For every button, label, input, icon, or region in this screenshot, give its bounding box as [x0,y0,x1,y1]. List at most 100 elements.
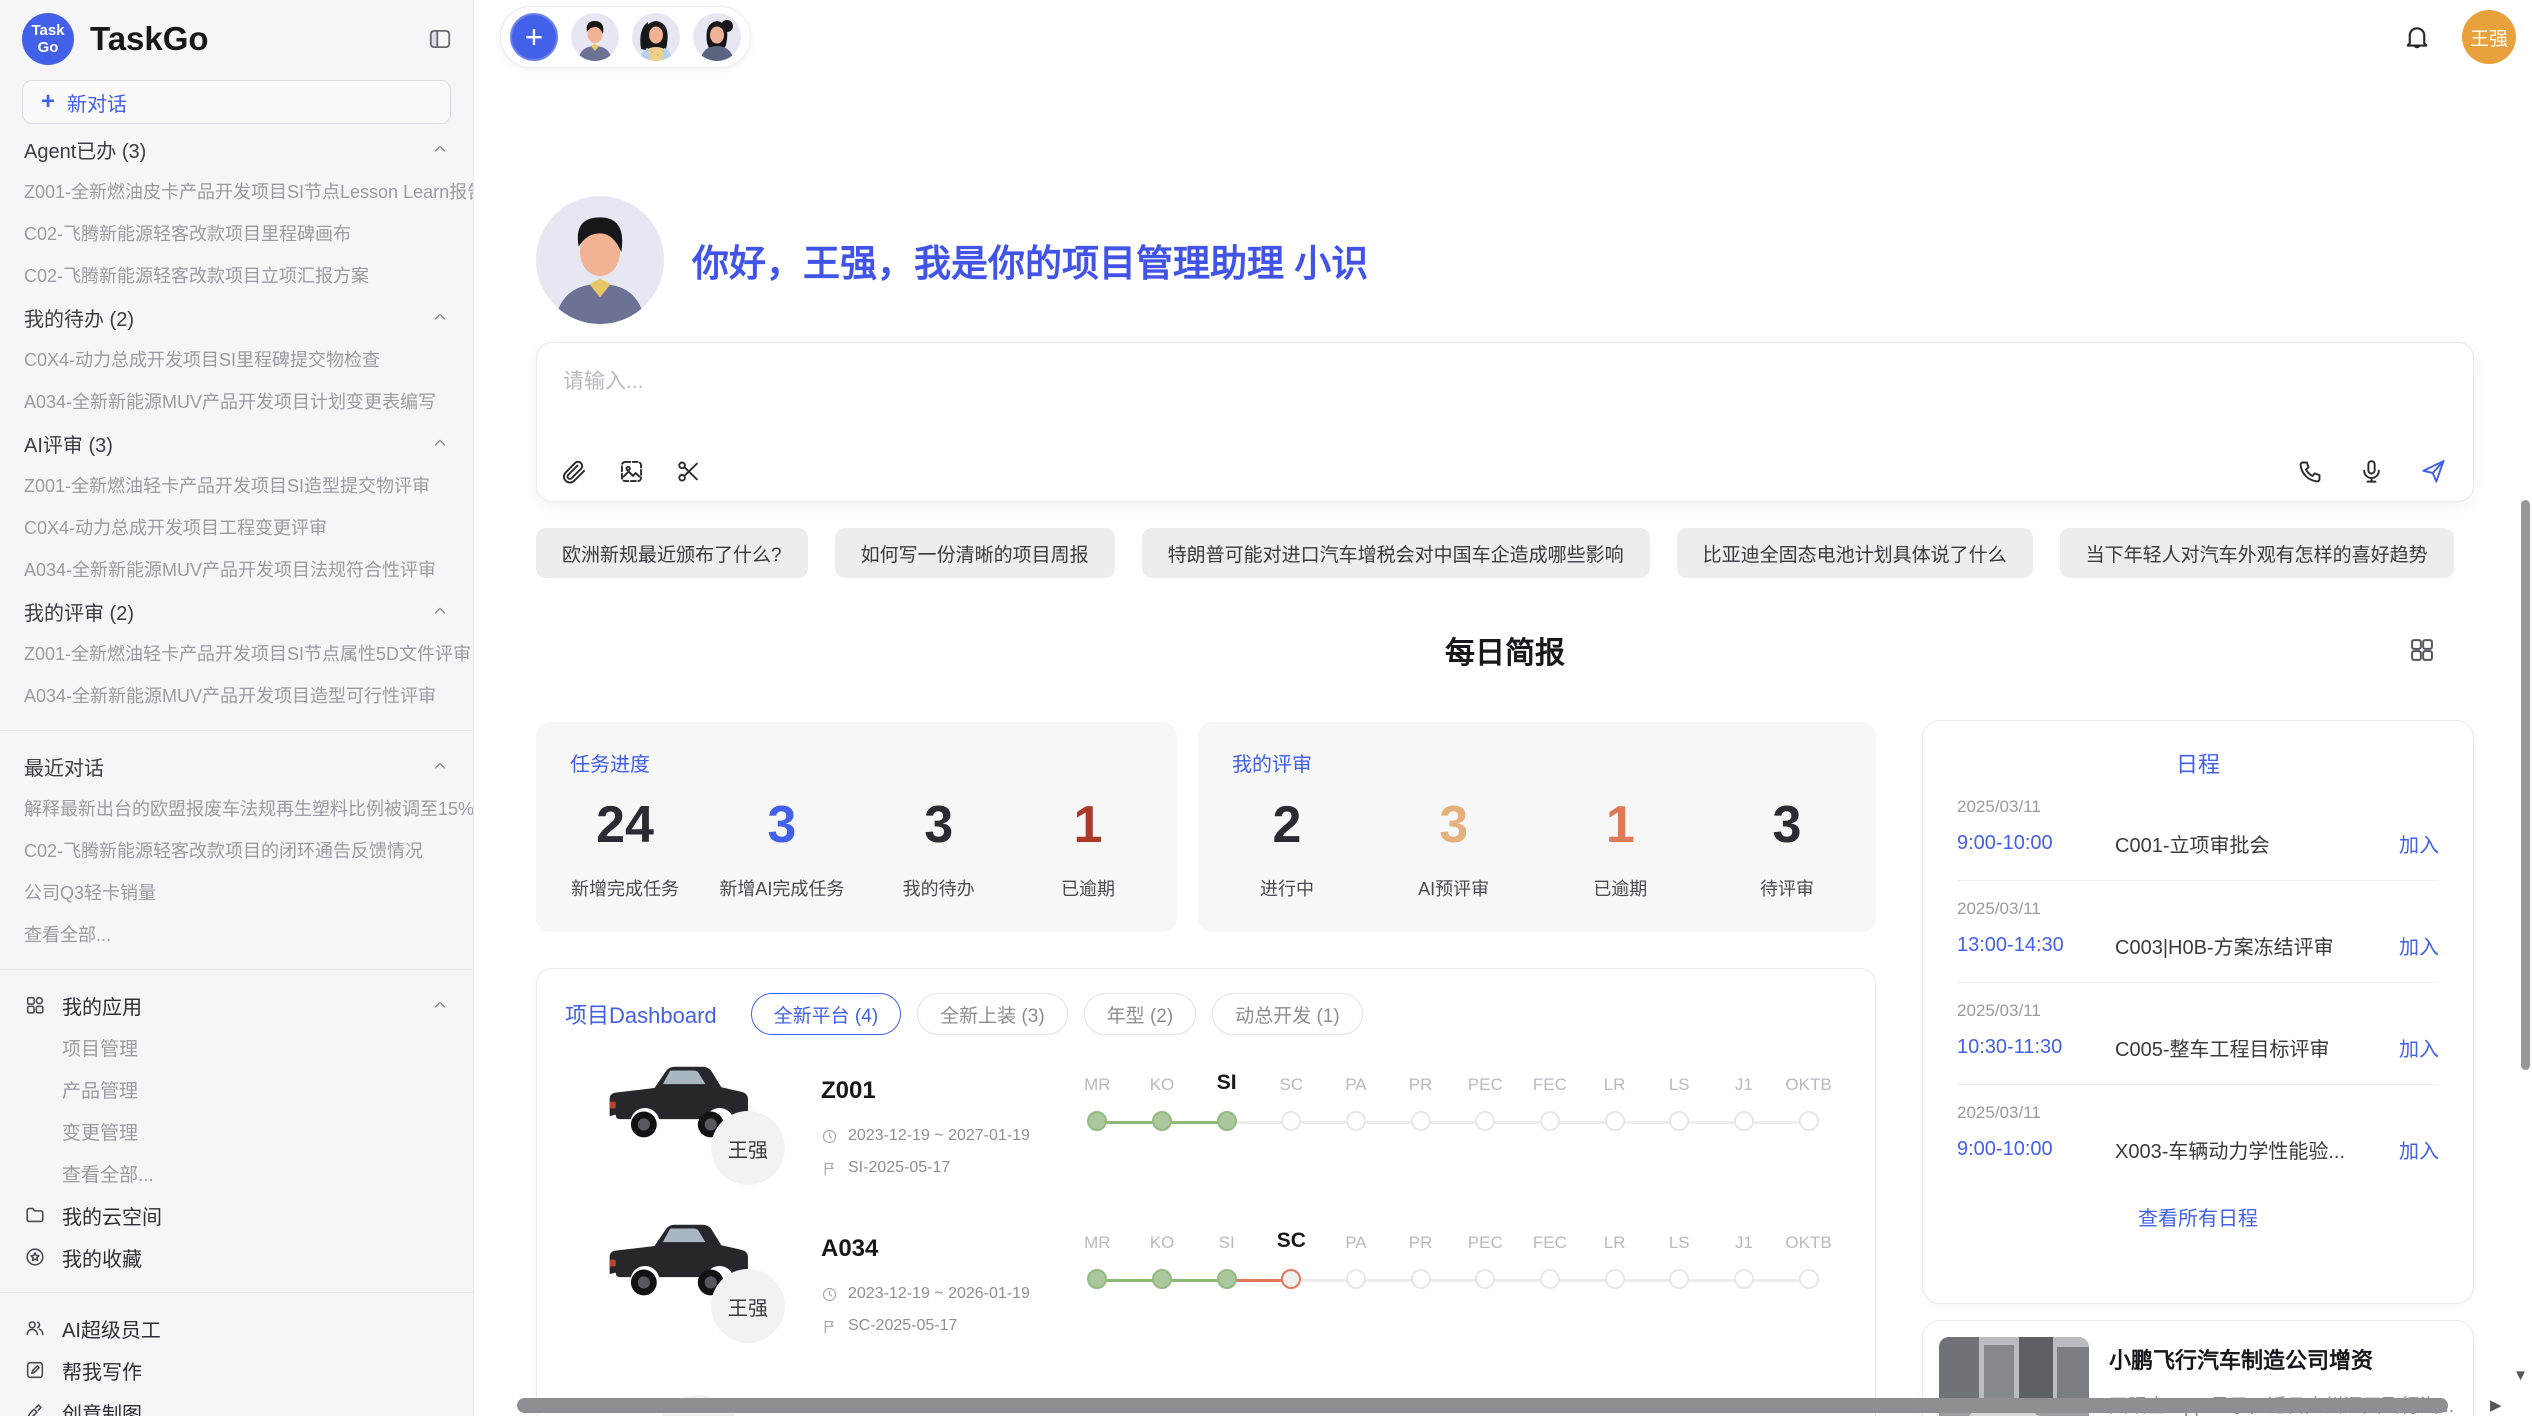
scissors-icon[interactable] [675,458,702,485]
new-chat-button[interactable]: + 新对话 [22,80,451,124]
chevron-up-icon [431,308,449,326]
chat-input[interactable] [561,363,2449,425]
mic-icon[interactable] [2358,458,2385,485]
app-subitem[interactable]: 查看全部... [0,1152,473,1194]
recent-conversation-item[interactable]: 查看全部... [0,913,473,955]
phone-icon[interactable] [2297,458,2324,485]
schedule-items: 2025/03/11 9:00-10:00 C001-立项审批会 加入 2025… [1957,779,2439,1186]
join-button[interactable]: 加入 [2399,931,2439,960]
agent-avatar-1[interactable] [571,13,619,61]
app-subitem[interactable]: 项目管理 [0,1026,473,1068]
assistant-avatar [536,196,664,324]
milestone-dot [1087,1269,1107,1289]
bell-icon[interactable] [2402,22,2432,52]
sidebar-task-item[interactable]: Z001-全新燃油轻卡产品开发项目SI造型提交物评审 [0,464,473,506]
section-label: 我的评审 (2) [24,597,134,626]
user-avatar[interactable]: 王强 [2462,10,2516,64]
join-button[interactable]: 加入 [2399,829,2439,858]
vertical-scrollbar[interactable] [2521,500,2530,1070]
project-rows: 王强 Z001 2023-12-19 ~ 2027-01-19 SI-2025-… [565,1047,1847,1363]
milestone-label: SC [1259,1229,1324,1253]
stat-label: 新增完成任务 [570,875,680,901]
stat-row: 24 新增完成任务 3 新增AI完成任务 3 我的待办 1 已逾期 [570,795,1143,901]
milestone-label: PR [1388,1233,1453,1253]
sidebar-task-item[interactable]: A034-全新新能源MUV产品开发项目法规符合性评审 [0,548,473,590]
sidebar-link-star-icon[interactable]: 我的收藏 [0,1236,473,1278]
sidebar-tool-users-icon[interactable]: AI超级员工 [0,1307,473,1349]
join-button[interactable]: 加入 [2399,1135,2439,1164]
sidebar-my-apps[interactable]: 我的应用 [0,984,473,1026]
recent-conversation-item[interactable]: 公司Q3轻卡销量 [0,871,473,913]
suggestion-chip[interactable]: 特朗普可能对进口汽车增税会对中国车企造成哪些影响 [1142,528,1650,578]
sidebar-tool-pen-icon[interactable]: 创意制图 [0,1391,473,1416]
recent-conversation-item[interactable]: C02-飞腾新能源轻客改款项目的闭环通告反馈情况 [0,829,473,871]
milestone-timeline: MRKOSISCPAPRPECFECLRLSJ1OKTB [1065,1229,1841,1293]
suggestion-chip[interactable]: 比亚迪全固态电池计划具体说了什么 [1677,528,2033,578]
sidebar-task-item[interactable]: C02-飞腾新能源轻客改款项目立项汇报方案 [0,254,473,296]
users-icon [24,1317,46,1339]
horizontal-scrollbar[interactable] [517,1398,2448,1413]
dashboard-filter-chip[interactable]: 年型 (2) [1084,993,1197,1035]
send-icon[interactable] [2419,457,2447,485]
divider [0,730,473,731]
sidebar-tool-write-icon[interactable]: 帮我写作 [0,1349,473,1391]
app-subitem[interactable]: 变更管理 [0,1110,473,1152]
stat: 3 AI预评审 [1399,795,1509,901]
project-code: A034 [821,1235,878,1263]
scroll-down-arrow-icon[interactable]: ▼ [2513,1368,2528,1383]
sidebar-task-item[interactable]: A034-全新新能源MUV产品开发项目计划变更表编写 [0,380,473,422]
milestone-label: FEC [1518,1075,1583,1095]
project-row[interactable]: 王强 Z001 2023-12-19 ~ 2027-01-19 SI-2025-… [565,1047,1847,1205]
sidebar-link-folder-icon[interactable]: 我的云空间 [0,1194,473,1236]
app-window: Task Go TaskGo + 新对话 Agent已办 (3) Z001-全新… [0,0,2532,1416]
join-button[interactable]: 加入 [2399,1033,2439,1062]
milestone-dot [1281,1111,1301,1131]
suggestion-chip[interactable]: 当下年轻人对汽车外观有怎样的喜好趋势 [2060,528,2454,578]
sidebar-collapse-icon[interactable] [427,26,453,52]
sidebar-section-title[interactable]: 我的待办 (2) [0,296,473,338]
project-row[interactable]: 王强 A034 2023-12-19 ~ 2026-01-19 SC-2025-… [565,1205,1847,1363]
topbar-right: 王强 [2402,10,2516,64]
sidebar-section-title-recent[interactable]: 最近对话 [0,745,473,787]
agent-avatar-2[interactable] [632,13,680,61]
milestone-label: LS [1647,1075,1712,1095]
dashboard-filter-chip[interactable]: 动总开发 (1) [1212,993,1363,1035]
milestone-label: KO [1130,1233,1195,1253]
stat-label: AI预评审 [1399,875,1509,901]
project-dashboard-card: 项目Dashboard 全新平台 (4)全新上装 (3)年型 (2)动总开发 (… [536,968,1876,1416]
section-label: AI评审 (3) [24,429,113,458]
image-icon[interactable] [618,458,645,485]
suggestion-chip[interactable]: 如何写一份清晰的项目周报 [835,528,1115,578]
stat-value: 1 [1033,795,1143,855]
recent-conversation-item[interactable]: 解释最新出台的欧盟报废车法规再生塑料比例被调至15%... [0,787,473,829]
sidebar-section-title[interactable]: AI评审 (3) [0,422,473,464]
sidebar-task-item[interactable]: C0X4-动力总成开发项目SI里程碑提交物检查 [0,338,473,380]
sidebar-task-item[interactable]: C0X4-动力总成开发项目工程变更评审 [0,506,473,548]
sidebar-task-item[interactable]: C02-飞腾新能源轻客改款项目里程碑画布 [0,212,473,254]
add-agent-button[interactable]: + [510,13,558,61]
paperclip-icon[interactable] [561,458,588,485]
sidebar-task-item[interactable]: A034-全新新能源MUV产品开发项目造型可行性评审 [0,674,473,716]
milestone-label: LR [1582,1075,1647,1095]
sidebar-task-item[interactable]: Z001-全新燃油皮卡产品开发项目SI节点Lesson Learn报告 [0,170,473,212]
view-all-schedule-link[interactable]: 查看所有日程 [1957,1186,2439,1247]
plus-icon: + [41,88,55,116]
app-subitem[interactable]: 产品管理 [0,1068,473,1110]
suggestion-chip[interactable]: 欧洲新规最近颁布了什么? [536,528,808,578]
stat-label: 我的待办 [884,875,994,901]
scroll-right-arrow-icon[interactable]: ▶ [2490,1398,2502,1413]
schedule-item: 2025/03/11 13:00-14:30 C003|H0B-方案冻结评审 加… [1957,881,2439,983]
dashboard-filter-chip[interactable]: 全新上装 (3) [917,993,1068,1035]
schedule-date: 2025/03/11 [1957,1001,2439,1021]
milestone-label: SC [1259,1075,1324,1095]
dashboard-filter-chip[interactable]: 全新平台 (4) [751,993,902,1035]
sidebar-section-title[interactable]: Agent已办 (3) [0,128,473,170]
sidebar-section-title[interactable]: 我的评审 (2) [0,590,473,632]
agent-avatar-3[interactable] [693,13,741,61]
briefing-layout-icon[interactable] [2408,636,2436,664]
clock-icon [821,1286,838,1303]
milestone-label: PA [1324,1233,1389,1253]
milestone-dot [1475,1111,1495,1131]
section-label: Agent已办 (3) [24,135,146,164]
sidebar-task-item[interactable]: Z001-全新燃油轻卡产品开发项目SI节点属性5D文件评审 [0,632,473,674]
